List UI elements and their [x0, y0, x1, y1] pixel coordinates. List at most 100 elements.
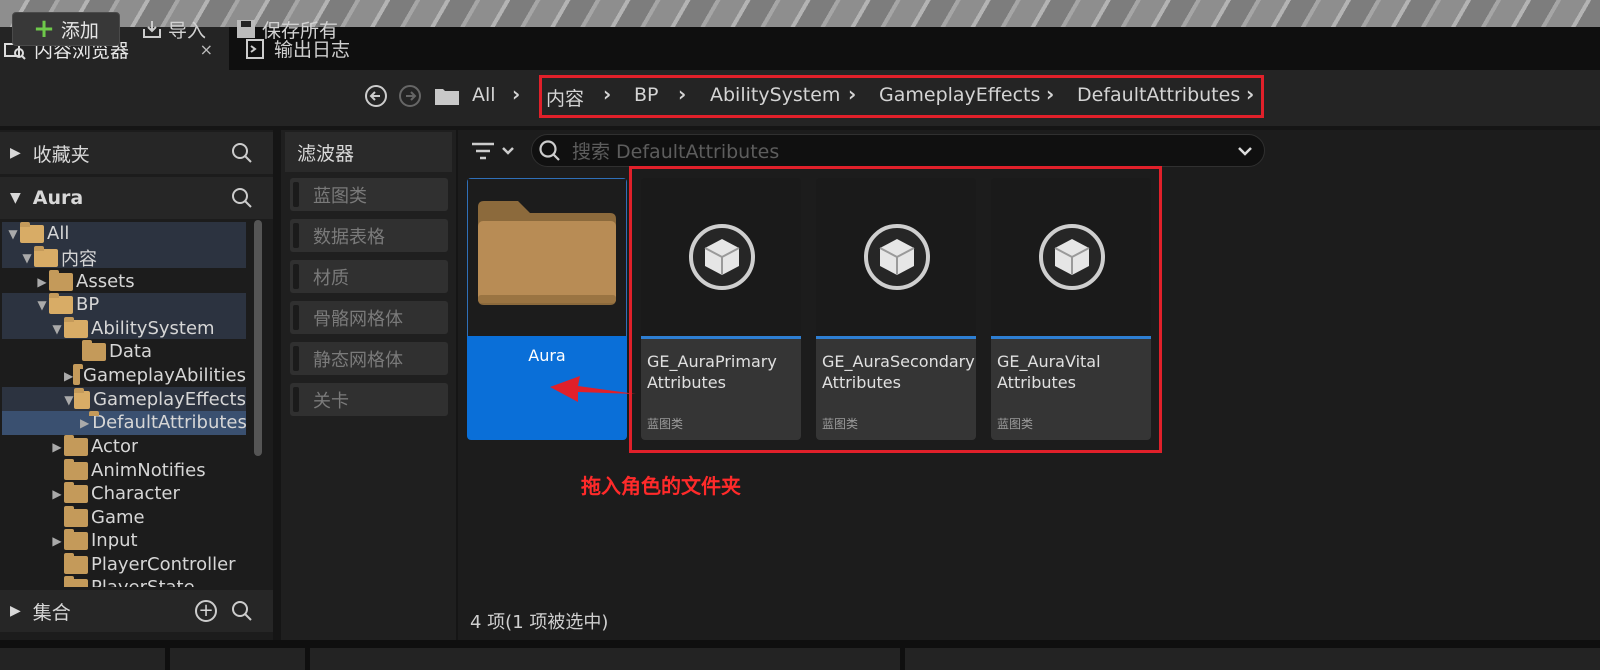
chevron-down-icon: ▼	[8, 226, 18, 241]
chevron-down-icon: ▼	[52, 321, 62, 336]
tree-scrollbar[interactable]	[254, 220, 262, 456]
tree-item[interactable]: ▶ Actor	[50, 435, 138, 458]
back-arrow-icon[interactable]	[364, 84, 388, 113]
tree-item[interactable]: ▶ DefaultAttributes	[80, 411, 246, 434]
save-all-button[interactable]: 保存所有	[235, 12, 338, 46]
tree-item[interactable]: PlayerController	[50, 553, 236, 576]
search-bar[interactable]: 搜索 DefaultAttributes	[531, 134, 1265, 167]
tree-item-label: PlayerController	[91, 554, 236, 575]
collections-label: 集合	[32, 601, 71, 624]
favorites-label: 收藏夹	[32, 143, 90, 166]
project-label: Aura	[32, 187, 84, 209]
annotation-text: 拖入角色的文件夹	[581, 474, 741, 498]
tree-item-label: GameplayEffects	[93, 389, 246, 410]
tree-item-label: BP	[76, 294, 100, 315]
folder-open-icon	[34, 246, 58, 267]
folder-thumbnail	[467, 178, 627, 336]
project-header[interactable]: ▼ Aura	[0, 177, 273, 219]
tree-item[interactable]: Data	[68, 340, 152, 363]
folder-icon	[478, 201, 616, 305]
tree-item-label: AnimNotifies	[91, 460, 206, 481]
filter-checkbox	[293, 346, 299, 371]
annotation-box-breadcrumb	[539, 75, 1264, 118]
tree-item[interactable]: PlayerState	[50, 576, 195, 587]
chevron-right-icon: ▶	[64, 368, 74, 383]
folder-tree: ▼ All ▼ 内容 ▶ Assets ▼ BP ▼ AbilitySystem Data…	[0, 222, 246, 587]
import-button[interactable]: 导入	[140, 12, 206, 46]
tree-item[interactable]: ▼ 内容	[20, 246, 97, 269]
tree-item-label: All	[47, 223, 70, 244]
collections-header[interactable]: ▶ 集合 +	[0, 590, 273, 632]
status-text: 4 项(1 项被选中)	[470, 612, 609, 633]
chevron-right-icon: ▶	[52, 486, 62, 501]
search-icon[interactable]	[231, 600, 253, 622]
favorites-header[interactable]: ▶ 收藏夹	[0, 132, 273, 174]
filter-item[interactable]: 关卡	[290, 383, 448, 416]
chevron-down-icon[interactable]	[1236, 142, 1254, 160]
filter-label: 蓝图类	[313, 185, 367, 207]
tree-item-label: Actor	[91, 436, 139, 457]
tree-item-label: Data	[109, 341, 152, 362]
tree-item-label: 内容	[61, 248, 97, 270]
tree-item[interactable]: Game	[50, 506, 145, 529]
filter-label: 骨骼网格体	[313, 308, 403, 330]
import-icon	[143, 21, 161, 38]
tree-item[interactable]: ▼ AbilitySystem	[50, 317, 215, 340]
chevron-down-icon: ▼	[37, 297, 47, 312]
forward-arrow-icon[interactable]	[398, 84, 422, 113]
filter-checkbox	[293, 223, 299, 248]
tree-item[interactable]: AnimNotifies	[50, 459, 206, 482]
filter-label: 关卡	[313, 390, 349, 412]
folder-icon	[64, 482, 88, 503]
annotation-arrow-icon	[550, 376, 636, 402]
tree-item[interactable]: ▶ Assets	[35, 270, 135, 293]
search-icon[interactable]	[231, 187, 253, 209]
folder-icon	[64, 506, 88, 527]
import-label: 导入	[168, 19, 207, 42]
filter-item[interactable]: 静态网格体	[290, 342, 448, 375]
add-label: 添加	[60, 19, 99, 42]
tree-item-label: Character	[91, 483, 180, 504]
add-collection-icon[interactable]: +	[195, 600, 217, 622]
folder-icon	[64, 459, 88, 480]
filter-icon	[472, 142, 514, 160]
tree-item[interactable]: ▶ GameplayAbilities	[64, 364, 246, 387]
folder-browse-icon[interactable]	[434, 86, 460, 111]
annotation-box-assets	[629, 166, 1162, 453]
search-icon[interactable]	[231, 142, 253, 164]
folder-icon	[82, 340, 106, 361]
folder-icon	[64, 529, 88, 550]
filter-item[interactable]: 骨骼网格体	[290, 301, 448, 334]
filter-item[interactable]: 数据表格	[290, 219, 448, 252]
tree-item[interactable]: ▼ GameplayEffects	[64, 388, 246, 411]
search-input[interactable]: 搜索 DefaultAttributes	[572, 137, 779, 164]
folder-open-icon	[73, 388, 91, 409]
tree-item-label: Assets	[76, 271, 135, 292]
filter-item[interactable]: 材质	[290, 260, 448, 293]
chevron-right-icon: ▶	[37, 274, 47, 289]
tree-item[interactable]: ▼ BP	[35, 293, 99, 316]
tree-item-label: Game	[91, 507, 145, 528]
chevron-right-icon: ▶	[10, 145, 21, 161]
chevron-down-icon: ▼	[22, 250, 32, 265]
save-icon	[237, 20, 255, 38]
tree-item-label: AbilitySystem	[91, 318, 215, 339]
folder-icon	[64, 553, 88, 574]
tree-item[interactable]: ▶ Input	[50, 529, 138, 552]
chevron-right-icon: ▶	[10, 603, 21, 619]
filter-checkbox	[293, 387, 299, 412]
breadcrumb-separator: ›	[512, 82, 521, 106]
folder-icon	[49, 270, 73, 291]
add-button[interactable]: + 添加	[12, 12, 120, 46]
breadcrumb-all[interactable]: All	[472, 84, 496, 106]
folder-icon	[64, 435, 88, 456]
asset-name: Aura	[528, 346, 566, 365]
tree-item[interactable]: ▼ All	[6, 222, 69, 245]
chevron-down-icon: ▼	[10, 190, 21, 206]
tree-item[interactable]: ▶ Character	[50, 482, 180, 505]
filter-dropdown-button[interactable]	[470, 138, 520, 169]
filter-item[interactable]: 蓝图类	[290, 178, 448, 211]
filter-label: 材质	[313, 267, 349, 289]
filter-checkbox	[293, 264, 299, 289]
folder-open-icon	[49, 293, 73, 314]
